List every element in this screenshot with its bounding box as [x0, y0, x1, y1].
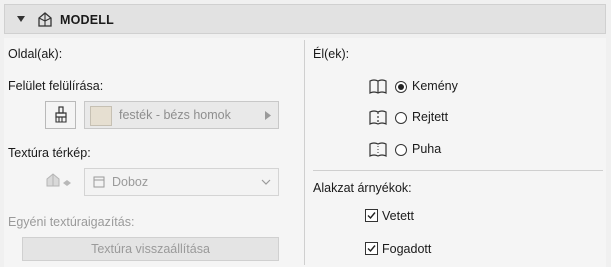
model-icon [38, 12, 52, 27]
chevron-right-icon [265, 111, 271, 120]
edges-label: Él(ek): [313, 47, 350, 61]
chevron-down-icon [261, 179, 271, 185]
material-swatch [90, 106, 112, 126]
edge-label-hidden: Rejtett [412, 110, 449, 124]
edge-label-hard: Kemény [412, 79, 458, 93]
section-header[interactable]: MODELL [4, 4, 606, 34]
checkmark-icon [367, 212, 376, 220]
checkmark-icon [367, 245, 376, 253]
texture-map-value: Doboz [112, 175, 149, 189]
paint-brush-icon [55, 106, 67, 123]
hidden-edge-icon [369, 110, 387, 125]
edge-radio-soft[interactable] [395, 144, 407, 156]
surface-material-picker[interactable]: festék - bézs homok [84, 101, 279, 129]
shadow-cast-label: Vetett [382, 209, 414, 223]
surface-override-label: Felület felülírása: [8, 79, 104, 93]
column-divider [304, 40, 305, 265]
edge-option-soft[interactable]: Puha [368, 141, 508, 161]
soft-edge-icon [369, 142, 387, 157]
sides-label: Oldal(ak): [8, 47, 63, 61]
texture-map-label: Textúra térkép: [8, 146, 91, 160]
surface-material-name: festék - bézs homok [119, 108, 231, 122]
section-divider [313, 170, 603, 171]
reset-texture-button[interactable]: Textúra visszaállítása [22, 237, 279, 261]
hard-edge-icon [369, 79, 387, 94]
texture-projection-icon [46, 173, 71, 187]
section-title: MODELL [60, 13, 114, 27]
collapse-arrow-icon[interactable] [16, 14, 26, 24]
texture-map-dropdown[interactable]: Doboz [84, 168, 279, 196]
paint-brush-button[interactable] [45, 101, 76, 129]
shadow-receive-checkbox[interactable] [365, 242, 378, 255]
shadow-receive-label: Fogadott [382, 242, 432, 256]
edge-option-hard[interactable]: Kemény [368, 78, 508, 98]
edge-option-hidden[interactable]: Rejtett [368, 109, 508, 129]
shadow-cast-checkbox[interactable] [365, 209, 378, 222]
shadows-label: Alakzat árnyékok: [313, 181, 412, 195]
edge-label-soft: Puha [412, 142, 442, 156]
edge-radio-hard[interactable] [395, 81, 407, 93]
custom-alignment-label: Egyéni textúraigazítás: [8, 215, 135, 229]
model-panel [4, 38, 606, 267]
edge-radio-hidden[interactable] [395, 112, 407, 124]
box-icon [93, 176, 105, 188]
